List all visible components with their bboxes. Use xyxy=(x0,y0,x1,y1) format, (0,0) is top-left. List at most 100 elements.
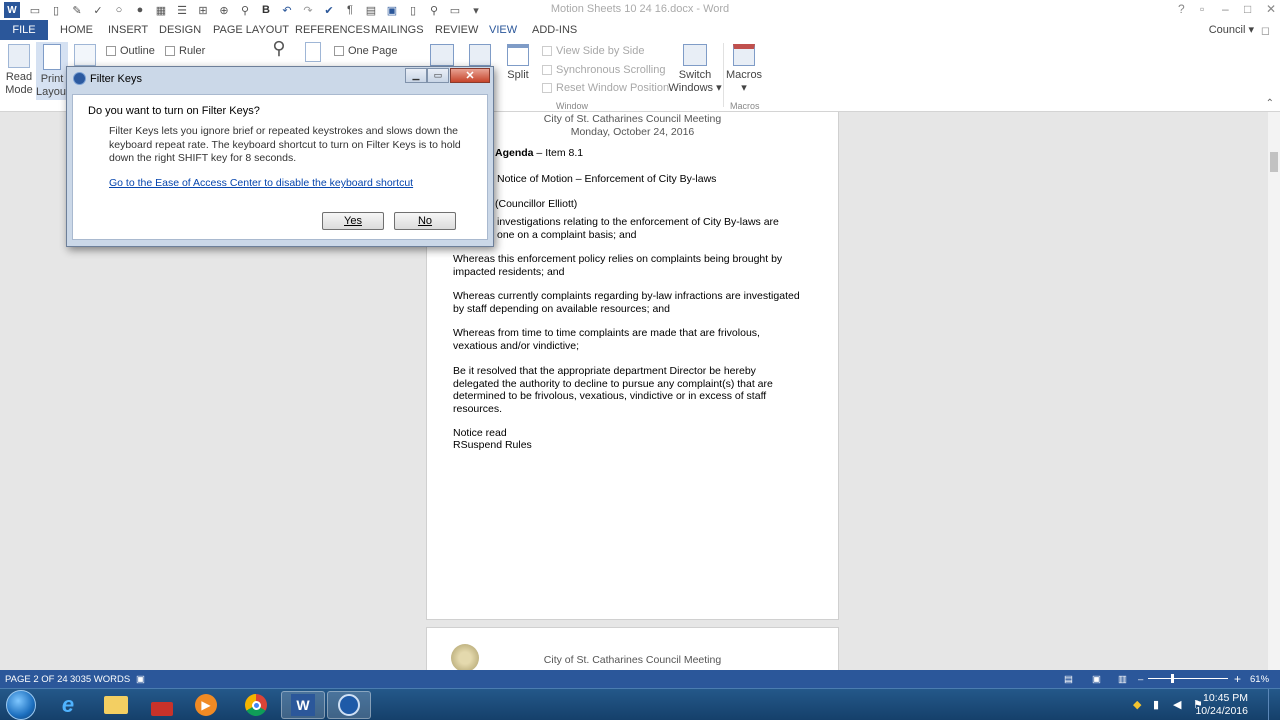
avatar[interactable]: ◻ xyxy=(1261,24,1270,37)
proofing-icon[interactable]: ▣ xyxy=(136,674,145,685)
help-icon[interactable]: ? xyxy=(1178,2,1185,16)
no-button[interactable]: No xyxy=(394,212,456,230)
taskbar-chrome[interactable] xyxy=(234,691,278,719)
volume-icon[interactable]: ◀ xyxy=(1173,698,1181,711)
paragraph-1-line-1: investigations relating to the enforceme… xyxy=(497,216,779,228)
switch-windows-button[interactable]: Switch Windows ▾ xyxy=(668,44,722,95)
zoom-out-icon[interactable]: – xyxy=(1138,674,1143,685)
tab-design[interactable]: DESIGN xyxy=(159,24,201,36)
window-group-label: Window xyxy=(556,101,589,111)
zoom-slider[interactable] xyxy=(1148,678,1228,679)
dialog-close-button[interactable]: ✕ xyxy=(450,68,490,83)
dialog-maximize-button[interactable]: ▭ xyxy=(427,68,449,83)
scrollbar-thumb[interactable] xyxy=(1270,152,1278,172)
reset-window-position-button[interactable]: Reset Window Position xyxy=(542,82,669,94)
outline-button[interactable]: Outline xyxy=(106,45,155,57)
minimize-icon[interactable]: – xyxy=(1222,2,1229,16)
macros-button[interactable]: Macros ▾ xyxy=(726,44,762,95)
maximize-icon[interactable]: □ xyxy=(1244,2,1251,16)
read-mode-label: Read xyxy=(5,71,33,83)
tab-file[interactable]: FILE xyxy=(0,20,48,40)
agenda-heading: Agenda – Item 8.1 xyxy=(495,147,583,160)
taskbar-internet-explorer[interactable]: e xyxy=(46,691,90,719)
document-title: Motion Sheets 10 24 16.docx - Word xyxy=(550,3,730,15)
tab-references[interactable]: REFERENCES xyxy=(295,24,370,36)
zoom-slider-thumb[interactable] xyxy=(1171,674,1174,683)
macros-label: Macros xyxy=(726,69,763,81)
hundred-percent-button[interactable] xyxy=(300,42,326,65)
web-layout-view-icon[interactable]: ▥ xyxy=(1118,674,1127,685)
zoom-level[interactable]: 61% xyxy=(1250,674,1269,685)
ruler-checkbox[interactable]: Ruler xyxy=(165,45,205,57)
document-page-2[interactable]: City of St. Catharines Council Meeting xyxy=(426,627,839,670)
yes-label: Yes xyxy=(344,215,362,227)
paragraph-4-line-1: Whereas from time to time complaints are… xyxy=(453,327,760,339)
dialog-minimize-button[interactable]: ▁ xyxy=(405,68,427,83)
windows-taskbar: e ▶ W ◆ ▮ ◀ ⚑ 10:45 PM 10/24/2016 xyxy=(0,688,1280,720)
synchronous-scrolling-button[interactable]: Synchronous Scrolling xyxy=(542,64,665,76)
paragraph-5-line-4: resources. xyxy=(453,403,503,415)
dialog-description: Filter Keys lets you ignore brief or rep… xyxy=(109,125,461,164)
one-page-icon xyxy=(334,46,344,56)
one-page-button[interactable]: One Page xyxy=(334,45,398,57)
collapse-ribbon-icon[interactable]: ⌃ xyxy=(1266,98,1274,109)
notice-read: Notice read xyxy=(453,427,507,439)
tab-review[interactable]: REVIEW xyxy=(435,24,478,36)
dialog-question: Do you want to turn on Filter Keys? xyxy=(88,105,260,117)
outline-label: Outline xyxy=(120,45,155,57)
system-clock[interactable]: 10:45 PM 10/24/2016 xyxy=(1195,692,1248,718)
folder-icon xyxy=(104,696,128,714)
split-button[interactable]: Split xyxy=(502,44,534,82)
paragraph-4-line-2: vexatious and/or vindictive; xyxy=(453,340,580,352)
taskbar-app-red[interactable] xyxy=(140,691,184,719)
tab-mailings[interactable]: MAILINGS xyxy=(371,24,424,36)
tab-insert[interactable]: INSERT xyxy=(108,24,148,36)
filter-keys-dialog: Filter Keys ▁ ▭ ✕ Do you want to turn on… xyxy=(66,66,494,247)
agenda-bold: Agenda xyxy=(495,147,534,159)
account-name[interactable]: Council ▾ xyxy=(1209,23,1254,36)
show-desktop-button[interactable] xyxy=(1268,689,1280,720)
switch-windows-text: Windows xyxy=(668,82,714,94)
view-side-by-side-label: View Side by Side xyxy=(556,45,645,57)
taskbar-media-player[interactable]: ▶ xyxy=(184,691,228,719)
read-mode-icon xyxy=(8,44,30,68)
print-layout-view-icon[interactable]: ▣ xyxy=(1092,674,1101,685)
tab-home[interactable]: HOME xyxy=(60,24,93,36)
word-count[interactable]: 3035 WORDS xyxy=(70,674,130,685)
switch-windows-label: Switch xyxy=(678,69,712,81)
print-layout-label-2: Layout xyxy=(36,86,70,98)
close-icon[interactable]: ✕ xyxy=(1266,2,1276,16)
zoom-in-icon[interactable]: + xyxy=(1234,672,1241,686)
print-layout-button[interactable]: Print Layout xyxy=(36,42,70,100)
tab-view[interactable]: VIEW xyxy=(489,24,517,36)
page-count[interactable]: PAGE 2 OF 24 xyxy=(5,674,68,685)
taskbar-ease-of-access[interactable] xyxy=(327,691,371,719)
ease-of-access-link[interactable]: Go to the Ease of Access Center to disab… xyxy=(109,177,413,189)
taskbar-word[interactable]: W xyxy=(281,691,325,719)
security-shield-icon[interactable]: ◆ xyxy=(1133,698,1141,711)
split-icon xyxy=(507,44,529,66)
title-bar: W ▭ ▯ ✎ ✓ ○ ● ▦ ☰ ⊞ ⊕ ⚲ B ↶ ↷ ✔ ¶ ▤ ▣ ▯ … xyxy=(0,0,1280,20)
dialog-caption-bar[interactable]: Filter Keys ▁ ▭ ✕ xyxy=(67,67,493,89)
ribbon-options-icon[interactable]: ▫ xyxy=(1200,2,1204,16)
paragraph-1-line-2: one on a complaint basis; and xyxy=(497,229,637,241)
yes-button[interactable]: Yes xyxy=(322,212,384,230)
tab-page-layout[interactable]: PAGE LAYOUT xyxy=(213,24,289,36)
taskbar-file-explorer[interactable] xyxy=(94,691,138,719)
read-mode-view-icon[interactable]: ▤ xyxy=(1064,674,1073,685)
zoom-button[interactable]: ⚲ xyxy=(266,39,292,65)
start-button[interactable] xyxy=(6,690,36,720)
motion-title: Notice of Motion – Enforcement of City B… xyxy=(497,173,717,185)
view-side-by-side-button[interactable]: View Side by Side xyxy=(542,45,644,57)
synchronous-scrolling-label: Synchronous Scrolling xyxy=(556,64,666,76)
paragraph-5-line-1: Be it resolved that the appropriate depa… xyxy=(453,365,756,377)
switch-windows-icon xyxy=(683,44,707,66)
vertical-scrollbar[interactable] xyxy=(1268,112,1280,670)
read-mode-button[interactable]: Read Mode xyxy=(4,44,34,97)
tab-add-ins[interactable]: ADD-INS xyxy=(532,24,577,36)
macros-icon xyxy=(733,44,755,66)
ruler-label: Ruler xyxy=(179,45,206,57)
stapler-icon xyxy=(151,702,173,716)
network-icon[interactable]: ▮ xyxy=(1153,698,1159,711)
group-separator xyxy=(723,43,724,107)
